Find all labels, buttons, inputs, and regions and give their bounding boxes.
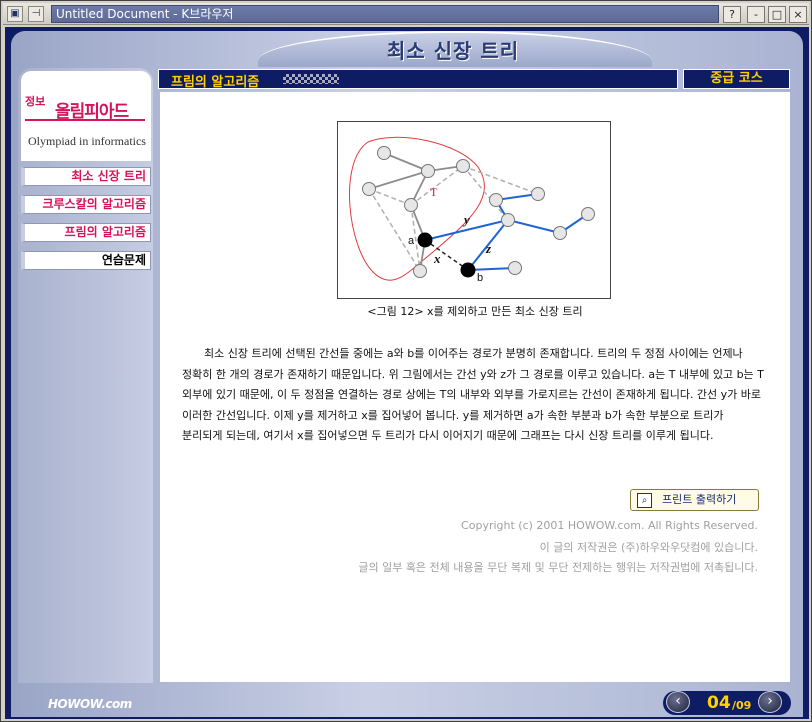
total-pages: /09 [732,699,752,712]
label-y: y [462,212,470,227]
sidebar-item-kruskal[interactable]: 크루스칼의 알고리즘 [21,195,151,214]
print-button[interactable]: ⌕ 프린트 출력하기 [630,489,759,511]
close-button[interactable]: × [789,6,807,23]
main-content: T y a x z b <그림 12> x를 제외하고 만든 최소 신장 트리 … [160,92,790,682]
section-label: 프림의 알고리즘 [171,75,260,90]
copyright-line-3: 글의 일부 혹은 전체 내용을 무단 복제 및 무단 전제하는 행위는 저작권법… [358,561,758,574]
maximize-button[interactable]: □ [768,6,786,23]
app-icon[interactable]: ▣ [7,6,23,22]
browser-window: ▣ ⊣ Untitled Document - K브라우저 ? - □ × 최소… [0,0,812,722]
print-button-label: 프린트 출력하기 [662,493,737,506]
chevron-right-icon[interactable]: › [758,691,782,713]
current-page: 04 [707,693,731,713]
section-header: 프림의 알고리즘 [158,69,678,90]
graph-figure: T y a x z b [337,121,611,299]
label-b: b [477,272,483,284]
olympiad-logo: 정보 올림피아드 Olympiad in informatics [21,71,151,161]
label-z: z [485,241,492,256]
howow-logo: HOWOW.com [48,697,132,711]
region-T [349,136,485,281]
figure-caption: <그림 12> x를 제외하고 만든 최소 신장 트리 [367,305,583,318]
logo-underline [25,119,145,121]
label-T: T [430,185,438,199]
checker-decoration [283,74,339,84]
magnifier-print-icon: ⌕ [637,493,652,508]
label-a: a [408,235,415,247]
chevron-left-icon[interactable]: ‹ [666,691,690,713]
sidebar-item-exercises[interactable]: 연습문제 [21,251,151,270]
page-title: 최소 신장 트리 [386,39,520,63]
help-button[interactable]: ? [723,6,741,23]
label-x: x [433,251,441,266]
sidebar-item-prim[interactable]: 프림의 알고리즘 [21,223,151,242]
node-a [417,232,433,248]
spanning-tree-diagram: T y a x z b [349,136,595,284]
explanation-paragraph: 최소 신장 트리에 선택된 간선들 중에는 a와 b를 이어주는 경로가 분명히… [182,347,764,443]
minimize-button[interactable]: - [747,6,765,23]
copyright-line-2: 이 글의 저작권은 (주)하우와우닷컴에 있습니다. [539,541,758,554]
edge-x [424,239,469,271]
node-b [460,262,476,278]
logo-small-text: 정보 [25,95,46,108]
course-label: 중급 코스 [683,69,790,89]
pin-icon[interactable]: ⊣ [28,6,44,22]
copyright-line-1: Copyright (c) 2001 HOWOW.com. All Rights… [461,519,758,532]
window-title: Untitled Document - K브라우저 [51,5,719,23]
sidebar-item-minimum-spanning-tree[interactable]: 최소 신장 트리 [21,167,151,186]
logo-subtitle: Olympiad in informatics [28,134,146,148]
title-bar: ▣ ⊣ Untitled Document - K브라우저 ? - □ × [3,3,809,25]
